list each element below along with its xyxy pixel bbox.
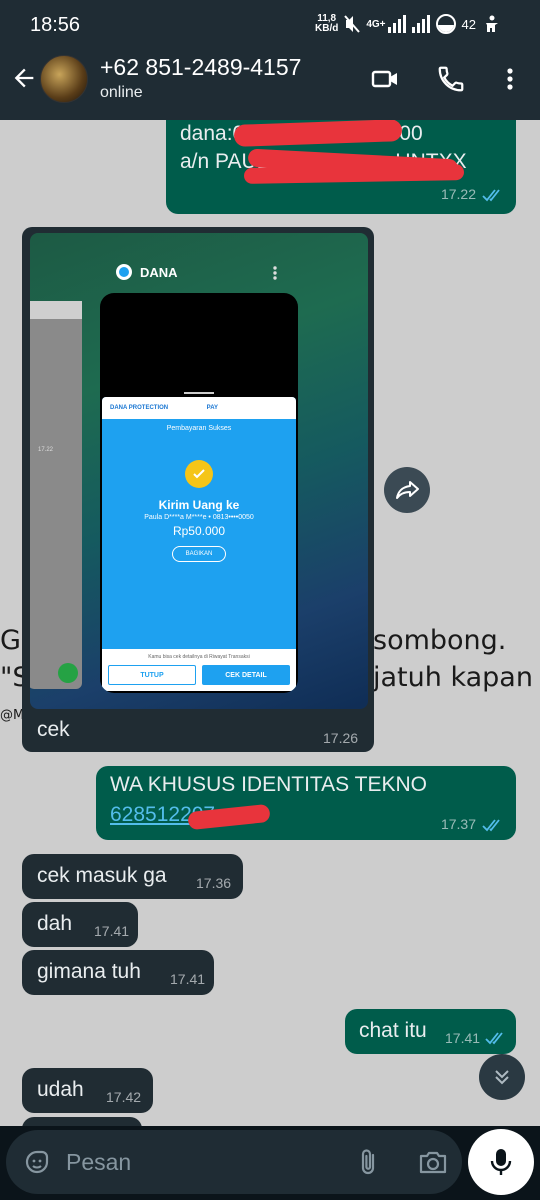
- status-icons: 11,8 KB/d 4G+ 42: [315, 14, 500, 34]
- app-name: DANA: [140, 265, 178, 280]
- voice-message-button[interactable]: [468, 1129, 534, 1195]
- message-bubble-outgoing[interactable]: dana:002000 a/n PAUL XXXUNTXX 17.22: [166, 120, 516, 214]
- recipient: Paula D****a M****e • 0813••••0050: [144, 514, 254, 521]
- message-time: 17.42: [106, 1089, 142, 1105]
- forward-button[interactable]: [384, 467, 430, 513]
- history-note: Kamu bisa cek detailnya di Riwayat Trans…: [148, 654, 250, 660]
- message-time: 17.22: [440, 186, 476, 202]
- attach-icon[interactable]: [358, 1148, 380, 1176]
- success-title: Pembayaran Sukses: [166, 425, 232, 432]
- video-call-icon[interactable]: [370, 64, 400, 94]
- status-time: 18:56: [30, 14, 81, 36]
- message-bubble-incoming: [22, 1117, 142, 1126]
- message-time: 17.41: [170, 971, 206, 987]
- message-time: 17.37: [440, 816, 476, 832]
- mic-icon: [58, 663, 78, 683]
- message-input[interactable]: Pesan: [6, 1130, 462, 1194]
- status-bar: 18:56 11,8 KB/d 4G+ 42: [0, 0, 540, 52]
- net-speed: 11,8 KB/d: [315, 13, 339, 34]
- message-bubble-incoming[interactable]: udah 17.42: [22, 1068, 153, 1113]
- background-text: sombong.: [373, 625, 507, 656]
- read-ticks-icon: [482, 819, 500, 832]
- camera-icon[interactable]: [418, 1149, 448, 1175]
- signal-icon-2: [411, 15, 430, 33]
- message-bubble-incoming[interactable]: cek masuk ga 17.36: [22, 854, 243, 899]
- double-chevron-down-icon: [495, 1070, 509, 1085]
- accessibility-icon: [486, 15, 498, 32]
- network-type: 4G+: [366, 18, 386, 30]
- payment-receipt: DANA PROTECTION PAY Pembayaran Sukses Ki…: [102, 397, 296, 691]
- scroll-to-bottom-button[interactable]: [479, 1054, 525, 1100]
- sticker-icon[interactable]: [24, 1149, 50, 1175]
- mic-icon: [490, 1149, 512, 1175]
- contact-name[interactable]: +62 851-2489-4157: [100, 54, 301, 81]
- recent-app-card: 17.22: [30, 301, 82, 689]
- battery-level: 42: [461, 16, 476, 32]
- message-time: 17.36: [196, 875, 232, 891]
- close-button: TUTUP: [108, 665, 196, 685]
- message-bubble-outgoing[interactable]: chat itu 17.41: [345, 1009, 516, 1054]
- back-arrow-icon[interactable]: [10, 64, 38, 92]
- message-bubble-incoming[interactable]: dah 17.41: [22, 902, 138, 947]
- detail-button: CEK DETAIL: [202, 665, 290, 685]
- send-title: Kirim Uang ke: [158, 498, 240, 512]
- redaction-mark: [243, 164, 465, 184]
- more-vert-icon[interactable]: [495, 64, 525, 94]
- contact-status: online: [100, 84, 143, 101]
- pay-label: PAY: [206, 405, 218, 411]
- message-time: 17.41: [94, 923, 130, 939]
- image-caption: cek: [37, 718, 70, 741]
- success-check-icon: [185, 460, 213, 488]
- background-text: @M: [0, 708, 25, 723]
- mute-icon: [344, 15, 361, 33]
- composer-bar: Pesan: [0, 1126, 540, 1200]
- voice-call-icon[interactable]: [436, 64, 466, 94]
- amount: Rp50.000: [172, 524, 226, 538]
- chat-header: +62 851-2489-4157 online: [0, 52, 540, 120]
- chat-area[interactable]: dana:002000 a/n PAUL XXXUNTXX 17.22 G so…: [0, 120, 540, 1126]
- protection-label: DANA PROTECTION: [110, 405, 169, 411]
- battery-icon: [435, 14, 456, 34]
- message-text: chat itu: [359, 1019, 427, 1042]
- forward-icon: [396, 481, 419, 499]
- message-bubble-outgoing[interactable]: WA KHUSUS IDENTITAS TEKNO 628512207 17.3…: [96, 766, 516, 840]
- message-text: dah: [37, 912, 73, 935]
- background-text: G: [0, 625, 21, 656]
- share-button: BAGIKAN: [172, 546, 226, 562]
- message-text: gimana tuh: [37, 960, 141, 983]
- read-ticks-icon: [482, 189, 500, 202]
- message-time: 17.41: [445, 1030, 481, 1046]
- more-vert-icon: [273, 266, 277, 280]
- image-attachment[interactable]: 17.22 DANA DANA PROTECTION PAY Pembayara…: [30, 233, 368, 709]
- recent-app-preview: DANA PROTECTION PAY Pembayaran Sukses Ki…: [100, 293, 298, 693]
- message-text: WA KHUSUS IDENTITAS TEKNO: [110, 773, 427, 796]
- message-placeholder: Pesan: [66, 1149, 132, 1175]
- message-text: cek masuk ga: [37, 864, 167, 887]
- avatar[interactable]: [40, 55, 88, 103]
- signal-icon-1: [387, 15, 406, 33]
- message-time: 17.26: [323, 730, 359, 746]
- dana-logo-icon: [116, 264, 132, 280]
- read-ticks-icon: [485, 1032, 503, 1045]
- message-text: udah: [37, 1078, 84, 1101]
- message-bubble-incoming[interactable]: gimana tuh 17.41: [22, 950, 214, 995]
- background-text: jatuh kapan: [373, 662, 533, 693]
